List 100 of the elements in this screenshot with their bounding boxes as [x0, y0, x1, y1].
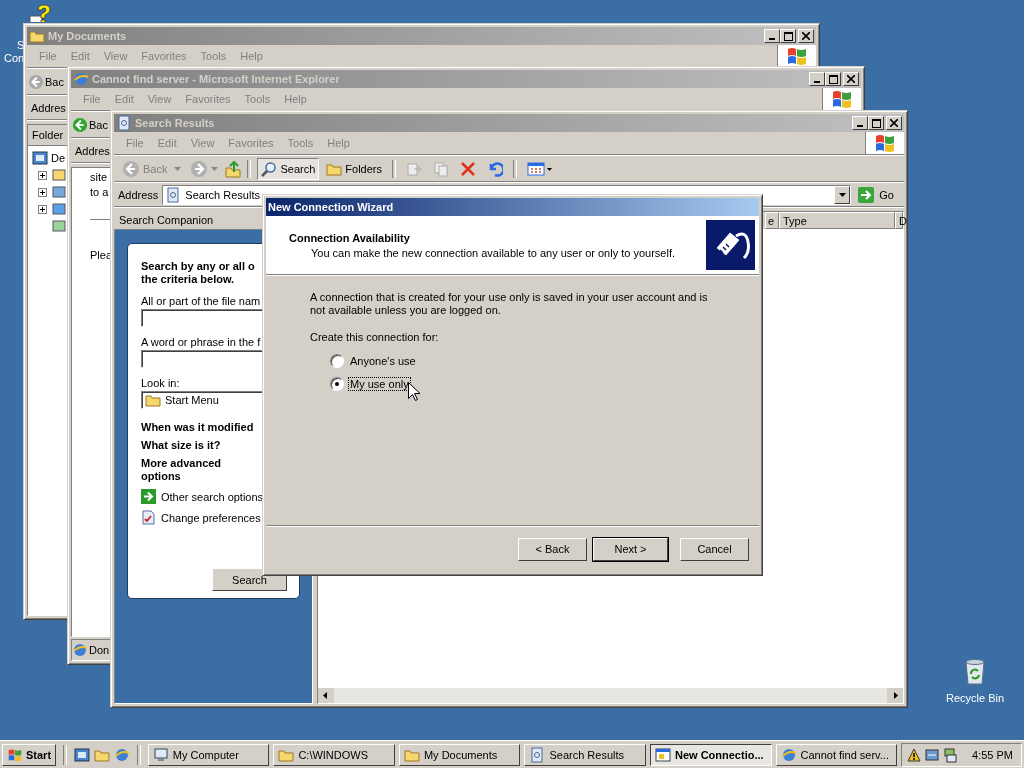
scroll-right-icon[interactable]	[887, 688, 903, 703]
option-link[interactable]: Change preferences	[161, 511, 261, 524]
document-icon	[165, 187, 182, 203]
search-button[interactable]: Search	[257, 158, 320, 180]
maximize-icon	[783, 31, 793, 41]
desktop-icon-label: Recycle Bin	[945, 692, 1005, 704]
close-button[interactable]	[798, 29, 814, 43]
scroll-left-icon[interactable]	[318, 688, 334, 703]
tray-status-icon[interactable]	[906, 746, 923, 763]
globe-icon	[72, 642, 88, 658]
folder-icon	[278, 747, 295, 762]
tray-status-icon[interactable]	[942, 746, 959, 763]
windows-logo-icon	[874, 133, 896, 153]
tree-node-icon[interactable]	[51, 167, 67, 183]
maximize-button[interactable]	[868, 116, 884, 130]
back-arrow-icon	[28, 74, 44, 90]
tree-node-icon[interactable]	[51, 218, 67, 234]
address-label: Address	[118, 189, 159, 201]
close-button[interactable]	[886, 116, 902, 130]
folder-icon	[326, 162, 343, 176]
option-link[interactable]: Other search options	[161, 490, 264, 503]
network-plug-icon	[706, 220, 755, 270]
maximize-icon	[871, 118, 881, 128]
field-label: A word or phrase in the f	[141, 336, 262, 348]
taskbar-button[interactable]: My Computer	[147, 743, 270, 766]
window-title: Cannot find server - Microsoft Internet Explorer	[92, 73, 340, 85]
radio-button[interactable]	[330, 353, 344, 368]
maximize-button[interactable]	[780, 29, 796, 43]
search-heading: Search by any or all o	[141, 260, 256, 273]
help-icon[interactable]	[28, 4, 54, 22]
expand-toggle-icon[interactable]	[38, 187, 47, 197]
taskbar-button[interactable]: Cannot find serv...	[775, 743, 898, 766]
document-icon	[116, 115, 132, 131]
window-icon	[654, 746, 671, 763]
minimize-button[interactable]	[764, 29, 780, 43]
close-button[interactable]	[843, 72, 859, 86]
tray-status-icon[interactable]	[924, 746, 941, 763]
taskbar-button[interactable]: C:\WINDOWS	[273, 743, 395, 766]
field-label: All or part of the file nam	[141, 295, 262, 307]
mouse-pointer-icon	[408, 382, 420, 402]
maximize-button[interactable]	[825, 72, 841, 86]
description-text: A connection that is created for your use only is saved in your user account and is not available unless you are logged on.	[310, 291, 709, 317]
status-text: Don	[89, 644, 110, 656]
search-heading: the criteria below.	[141, 273, 236, 286]
close-icon	[847, 75, 855, 83]
radio-button[interactable]	[330, 376, 344, 391]
page-text: to a	[90, 185, 109, 200]
dropdown-button[interactable]	[834, 186, 851, 204]
desktop-icon	[32, 150, 48, 166]
section-link[interactable]: More advanced options	[141, 457, 241, 483]
folders-pane-title: Folder	[32, 129, 64, 141]
globe-icon	[780, 746, 797, 763]
minimize-button[interactable]	[809, 72, 825, 86]
expand-toggle-icon[interactable]	[38, 204, 47, 214]
clock: 4:55 PM	[972, 748, 1013, 761]
expand-toggle-icon[interactable]	[38, 170, 47, 180]
page-text: site	[90, 170, 108, 185]
taskbar-button[interactable]: New Connectio...	[649, 743, 772, 766]
go-button[interactable]: Go	[855, 185, 904, 205]
views-icon[interactable]	[527, 161, 553, 177]
address-label: Addres	[31, 102, 66, 114]
minimize-button[interactable]	[852, 116, 868, 130]
folder-icon	[29, 29, 45, 43]
back-arrow-icon	[122, 160, 140, 178]
tree-item[interactable]: De	[51, 152, 66, 164]
desktop-icon[interactable]	[74, 746, 90, 763]
folder-icon	[403, 747, 420, 762]
search-icon	[261, 161, 278, 177]
globe-icon	[73, 71, 89, 87]
page-heading: Connection Availability	[289, 231, 411, 245]
delete-icon[interactable]	[460, 161, 476, 177]
option-label[interactable]: Anyone's use	[348, 353, 418, 368]
folder-up-icon[interactable]	[225, 160, 242, 178]
globe-icon[interactable]	[113, 746, 130, 763]
taskbar-button[interactable]: Search Results	[524, 743, 646, 766]
window-title: My Documents	[48, 30, 127, 42]
folder-icon	[145, 393, 161, 407]
horizontal-scrollbar[interactable]	[318, 688, 903, 703]
undo-icon[interactable]	[487, 161, 503, 177]
page-subtitle: You can make the new connection available to any user or only to yourself.	[310, 246, 677, 259]
back-button[interactable]: < Back	[518, 537, 587, 561]
window-title: New Connection Wizard	[268, 201, 394, 213]
tree-node-icon[interactable]	[51, 184, 67, 200]
start-button[interactable]: Start	[2, 743, 57, 766]
folders-button[interactable]: Folders	[322, 158, 386, 180]
toolbar-back-button[interactable]: Bac	[72, 114, 108, 136]
address-label: Addres	[75, 145, 110, 157]
address-value: Search Results	[185, 189, 260, 201]
column-header[interactable]: Type	[779, 212, 895, 229]
maximize-icon	[828, 74, 838, 84]
next-button[interactable]: Next >	[593, 537, 668, 561]
field-label: Look in:	[141, 377, 181, 389]
column-header[interactable]: e	[765, 212, 779, 229]
cancel-button[interactable]: Cancel	[680, 537, 749, 561]
pane-title: Search Companion	[119, 214, 214, 226]
window-title: Search Results	[135, 117, 215, 129]
toolbar-back-button[interactable]: Bac	[28, 71, 64, 93]
tree-node-icon[interactable]	[51, 201, 67, 217]
desktop-icon-label: Con	[4, 52, 25, 65]
taskbar-button[interactable]: My Documents	[398, 743, 521, 766]
